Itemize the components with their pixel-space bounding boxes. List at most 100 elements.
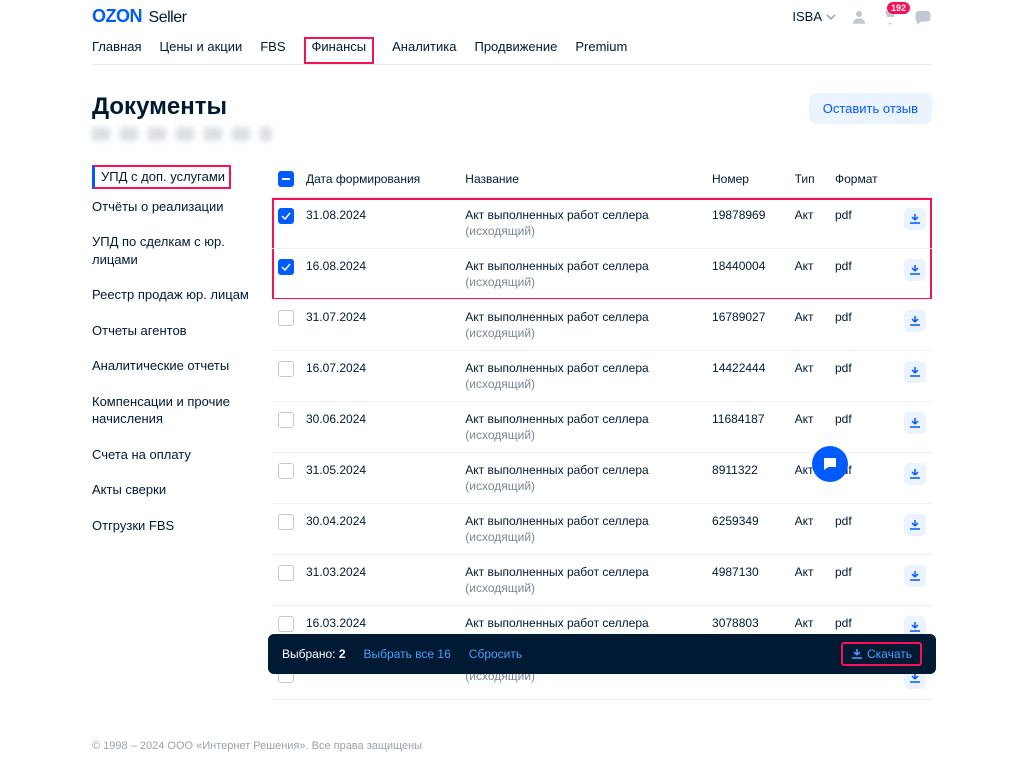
cell-type: Акт <box>789 504 829 555</box>
table-row: 31.03.2024Акт выполненных работ селлера(… <box>272 555 932 606</box>
cell-format: pdf <box>829 249 898 300</box>
sidebar-item-0[interactable]: УПД с доп. услугами <box>92 165 272 189</box>
documents-table: Дата формирования Название Номер Тип Фор… <box>272 165 932 700</box>
table-row: 31.08.2024Акт выполненных работ селлера(… <box>272 198 932 249</box>
nav-item-3[interactable]: Финансы <box>304 37 375 64</box>
sidebar-item-4[interactable]: Отчеты агентов <box>92 313 272 349</box>
sidebar-item-2[interactable]: УПД по сделкам с юр. лицами <box>92 224 272 277</box>
selection-bar: Выбрано: 2 Выбрать все 16 Сбросить Скача… <box>268 634 936 674</box>
cell-number: 19878969 <box>706 198 789 249</box>
row-checkbox[interactable] <box>278 361 294 377</box>
selection-count-label: Выбрано: 2 <box>282 647 346 661</box>
row-checkbox[interactable] <box>278 259 294 275</box>
cell-number: 8911322 <box>706 453 789 504</box>
row-checkbox[interactable] <box>278 412 294 428</box>
cell-date: 31.08.2024 <box>300 198 459 249</box>
col-name[interactable]: Название <box>459 165 706 198</box>
cell-format: pdf <box>829 351 898 402</box>
feedback-button[interactable]: Оставить отзыв <box>809 93 932 124</box>
select-all-checkbox[interactable] <box>278 171 294 187</box>
download-row-button[interactable] <box>904 412 926 434</box>
download-icon <box>851 648 863 660</box>
nav-item-4[interactable]: Аналитика <box>392 39 456 64</box>
download-row-button[interactable] <box>904 514 926 536</box>
cell-type: Акт <box>789 300 829 351</box>
sidebar: УПД с доп. услугамиОтчёты о реализацииУП… <box>92 165 272 700</box>
chevron-down-icon <box>826 12 836 22</box>
notifications-badge: 192 <box>887 2 910 14</box>
user-icon[interactable] <box>850 8 868 26</box>
breadcrumb <box>92 127 272 141</box>
sidebar-item-8[interactable]: Акты сверки <box>92 472 272 508</box>
main-nav: Главная Цены и акции FBS Финансы Аналитика Пр… <box>92 31 932 65</box>
cell-format: pdf <box>829 555 898 606</box>
account-dropdown[interactable]: ISBA <box>792 9 836 24</box>
row-checkbox[interactable] <box>278 463 294 479</box>
cell-date: 16.07.2024 <box>300 351 459 402</box>
reset-selection-link[interactable]: Сбросить <box>469 647 522 661</box>
row-checkbox[interactable] <box>278 310 294 326</box>
cell-date: 16.08.2024 <box>300 249 459 300</box>
download-row-button[interactable] <box>904 259 926 281</box>
col-number[interactable]: Номер <box>706 165 789 198</box>
cell-type: Акт <box>789 351 829 402</box>
cell-name: Акт выполненных работ селлера(исходящий) <box>459 555 706 606</box>
table-row: 30.04.2024Акт выполненных работ селлера(… <box>272 504 932 555</box>
cell-date: 31.03.2024 <box>300 555 459 606</box>
table-row: 30.06.2024Акт выполненных работ селлера(… <box>272 402 932 453</box>
account-name: ISBA <box>792 9 822 24</box>
cell-number: 6259349 <box>706 504 789 555</box>
nav-item-6[interactable]: Premium <box>575 39 627 64</box>
notifications-icon[interactable]: 192 <box>882 8 900 26</box>
sidebar-item-3[interactable]: Реестр продаж юр. лицам <box>92 277 272 313</box>
table-row: 16.08.2024Акт выполненных работ селлера(… <box>272 249 932 300</box>
logo-brand: OZON <box>92 6 142 26</box>
cell-name: Акт выполненных работ селлера(исходящий) <box>459 249 706 300</box>
chat-fab[interactable] <box>812 446 848 482</box>
download-selected-button[interactable]: Скачать <box>841 642 922 666</box>
row-checkbox[interactable] <box>278 208 294 224</box>
sidebar-item-5[interactable]: Аналитические отчеты <box>92 348 272 384</box>
download-row-button[interactable] <box>904 463 926 485</box>
download-row-button[interactable] <box>904 361 926 383</box>
cell-type: Акт <box>789 555 829 606</box>
cell-date: 31.07.2024 <box>300 300 459 351</box>
row-checkbox[interactable] <box>278 514 294 530</box>
cell-name: Акт выполненных работ селлера(исходящий) <box>459 402 706 453</box>
col-type[interactable]: Тип <box>789 165 829 198</box>
cell-type: Акт <box>789 249 829 300</box>
sidebar-item-7[interactable]: Счета на оплату <box>92 437 272 473</box>
nav-item-5[interactable]: Продвижение <box>474 39 557 64</box>
cell-type: Акт <box>789 402 829 453</box>
download-row-button[interactable] <box>904 208 926 230</box>
cell-date: 31.05.2024 <box>300 453 459 504</box>
row-checkbox[interactable] <box>278 616 294 632</box>
sidebar-item-1[interactable]: Отчёты о реализации <box>92 189 272 225</box>
cell-date: 30.06.2024 <box>300 402 459 453</box>
cell-number: 16789027 <box>706 300 789 351</box>
logo-suffix: Seller <box>149 9 187 26</box>
cell-name: Акт выполненных работ селлера(исходящий) <box>459 504 706 555</box>
sidebar-item-9[interactable]: Отгрузки FBS <box>92 508 272 544</box>
cell-number: 4987130 <box>706 555 789 606</box>
cell-format: pdf <box>829 198 898 249</box>
chat-icon <box>821 455 839 473</box>
help-icon[interactable] <box>914 8 932 26</box>
cell-name: Акт выполненных работ селлера(исходящий) <box>459 198 706 249</box>
col-date[interactable]: Дата формирования <box>300 165 459 198</box>
page-title: Документы <box>92 93 272 121</box>
nav-item-2[interactable]: FBS <box>260 39 285 64</box>
download-row-button[interactable] <box>904 310 926 332</box>
col-format[interactable]: Формат <box>829 165 898 198</box>
row-checkbox[interactable] <box>278 565 294 581</box>
nav-item-1[interactable]: Цены и акции <box>159 39 242 64</box>
cell-name: Акт выполненных работ селлера(исходящий) <box>459 351 706 402</box>
select-all-link[interactable]: Выбрать все 16 <box>364 647 451 661</box>
cell-number: 11684187 <box>706 402 789 453</box>
sidebar-item-6[interactable]: Компенсации и прочие начисления <box>92 384 272 437</box>
download-row-button[interactable] <box>904 565 926 587</box>
nav-item-0[interactable]: Главная <box>92 39 141 64</box>
cell-date: 30.04.2024 <box>300 504 459 555</box>
table-row: 16.07.2024Акт выполненных работ селлера(… <box>272 351 932 402</box>
logo[interactable]: OZON Seller <box>92 6 186 27</box>
